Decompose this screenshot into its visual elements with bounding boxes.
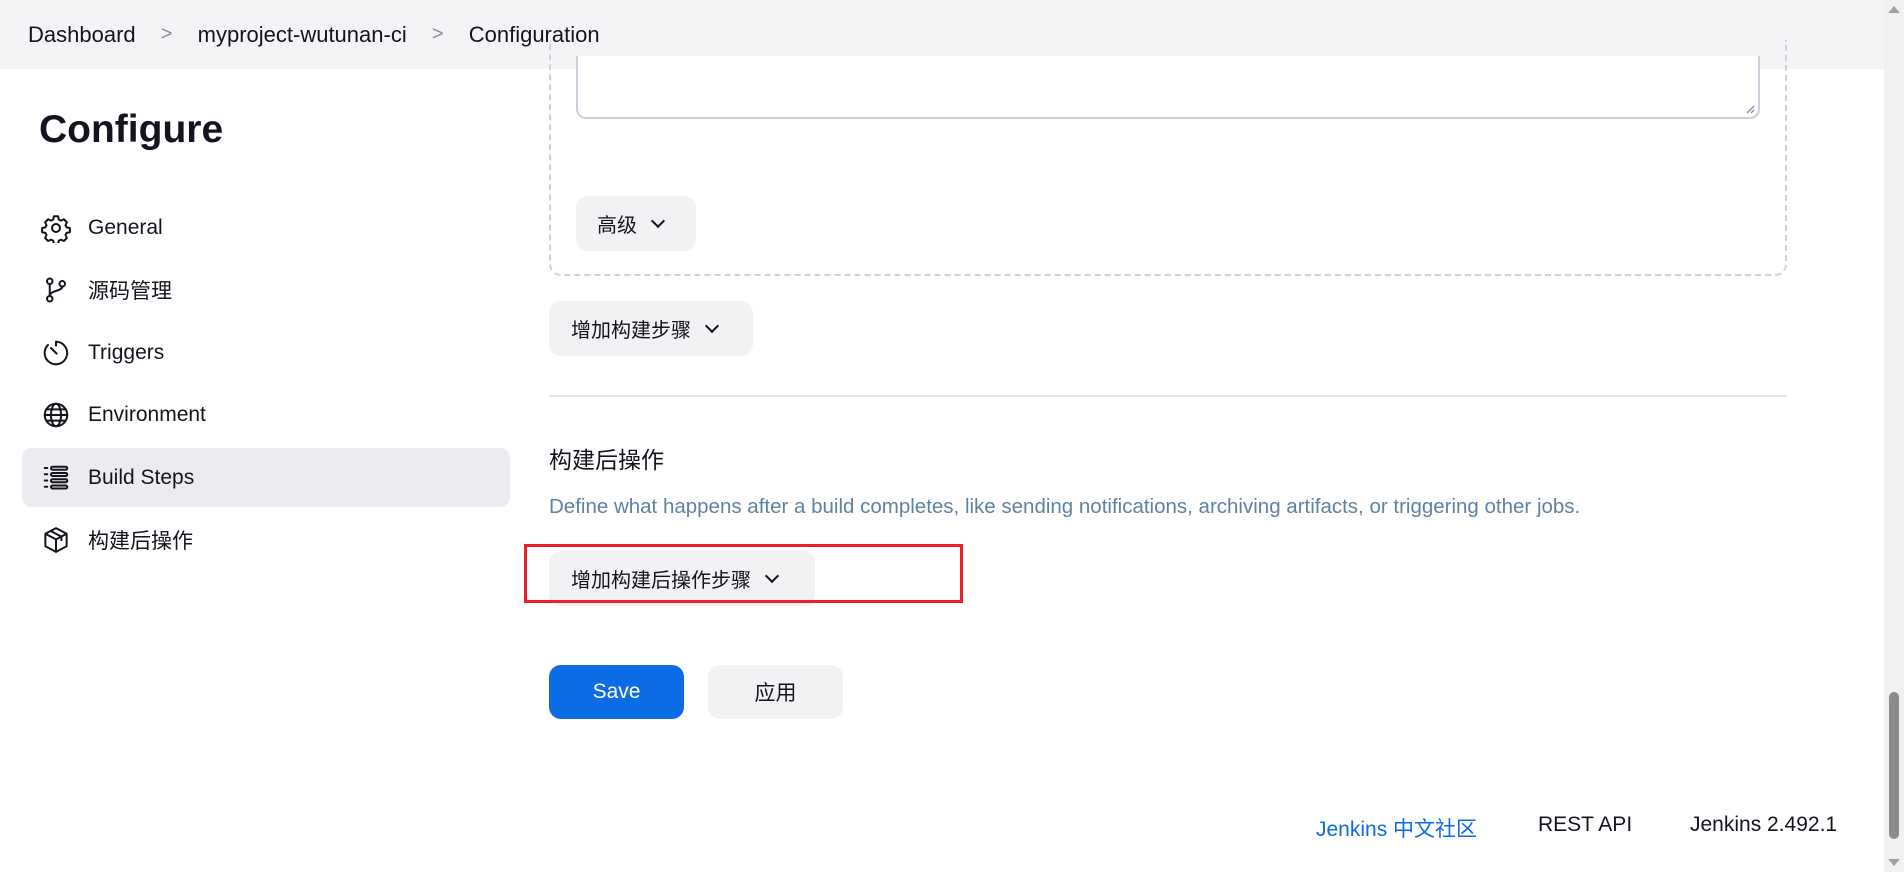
footer-rest-api-link[interactable]: REST API — [1538, 813, 1632, 837]
resize-grip-icon[interactable] — [1743, 102, 1755, 114]
sidebar-item-triggers[interactable]: Triggers — [22, 323, 510, 382]
scrollbar-thumb[interactable] — [1889, 692, 1899, 839]
advanced-button-label: 高级 — [597, 215, 637, 237]
sidebar-item-general[interactable]: General — [22, 198, 510, 257]
command-textarea[interactable] — [576, 56, 1760, 119]
timer-icon — [40, 337, 72, 369]
post-build-section-title: 构建后操作 — [549, 447, 664, 473]
sidebar-item-label: Environment — [88, 403, 206, 426]
sidebar-item-label: General — [88, 215, 163, 239]
sidebar-item-environment[interactable]: Environment — [22, 386, 510, 445]
scroll-down-arrow-icon[interactable] — [1888, 859, 1900, 866]
breadcrumb-project[interactable]: myproject-wutunan-ci — [198, 22, 407, 48]
apply-button[interactable]: 应用 — [708, 665, 843, 719]
advanced-button[interactable]: 高级 — [576, 196, 696, 251]
section-divider — [549, 395, 1787, 397]
breadcrumb-dashboard[interactable]: Dashboard — [28, 22, 136, 48]
breadcrumb-separator-icon: > — [431, 23, 444, 45]
page-title: Configure — [39, 108, 224, 151]
sidebar-item-label: 构建后操作 — [88, 530, 193, 553]
list-icon — [40, 462, 72, 494]
chevron-down-icon — [650, 213, 666, 228]
breadcrumb-separator-icon: > — [160, 23, 173, 45]
package-icon — [40, 524, 72, 556]
sidebar-item-post-build[interactable]: 构建后操作 — [22, 511, 510, 570]
footer-version-button[interactable]: Jenkins 2.492.1 — [1690, 813, 1837, 837]
sidebar-item-label: Build Steps — [88, 465, 195, 489]
chevron-down-icon — [764, 568, 780, 583]
add-post-build-step-label: 增加构建后操作步骤 — [571, 570, 751, 592]
sidebar-nav: General 源码管理 Triggers Environment Build … — [22, 198, 510, 573]
chevron-down-icon — [704, 318, 720, 333]
sidebar-item-source[interactable]: 源码管理 — [22, 261, 510, 320]
add-build-step-button[interactable]: 增加构建步骤 — [549, 301, 753, 356]
scroll-up-arrow-icon[interactable] — [1888, 6, 1900, 13]
source-branch-icon — [40, 274, 72, 306]
gear-icon — [40, 212, 72, 244]
sidebar-item-label: 源码管理 — [88, 280, 172, 303]
globe-icon — [40, 399, 72, 431]
vertical-scrollbar[interactable] — [1884, 0, 1904, 872]
add-post-build-step-button[interactable]: 增加构建后操作步骤 — [549, 551, 815, 606]
post-build-section-description: Define what happens after a build comple… — [549, 495, 1581, 518]
save-button[interactable]: Save — [549, 665, 684, 719]
sidebar-item-label: Triggers — [88, 340, 165, 364]
footer-community-link[interactable]: Jenkins 中文社区 — [1316, 813, 1477, 843]
add-build-step-label: 增加构建步骤 — [571, 320, 691, 342]
sidebar-item-build-steps[interactable]: Build Steps — [22, 448, 510, 507]
